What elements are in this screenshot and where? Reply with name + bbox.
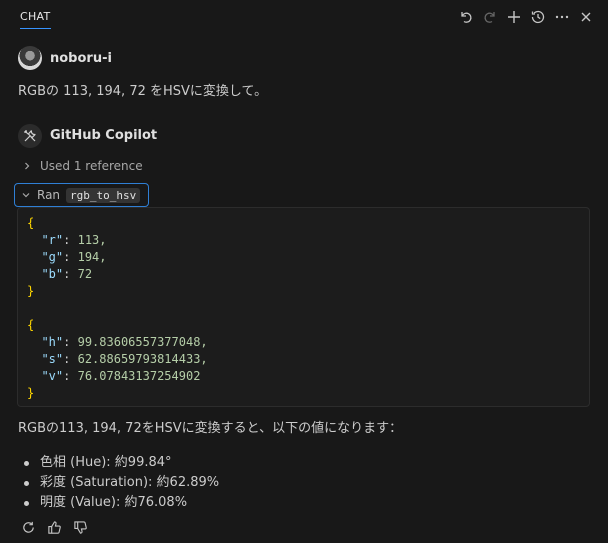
tool-name: rgb_to_hsv	[66, 187, 141, 203]
tab-chat[interactable]: CHAT	[20, 10, 51, 29]
list-item: 色相 (Hue): 約99.84°	[22, 453, 219, 473]
list-item: 彩度 (Saturation): 約62.89%	[22, 473, 219, 493]
history-icon	[531, 10, 545, 24]
more-actions-button[interactable]	[554, 9, 570, 25]
copilot-avatar	[18, 124, 42, 148]
retry-button[interactable]	[20, 519, 36, 535]
used-references-toggle[interactable]: Used 1 reference	[22, 158, 143, 174]
add-icon	[508, 11, 520, 23]
json-close-brace: }	[27, 386, 35, 400]
json-line: "g": 194,	[41, 250, 107, 264]
json-line: "r": 113,	[41, 233, 107, 247]
list-item: 明度 (Value): 約76.08%	[22, 493, 219, 513]
header-actions	[458, 9, 594, 25]
json-line: "h": 99.83606557377048,	[41, 335, 208, 349]
json-open-brace: {	[27, 318, 35, 332]
json-open-brace: {	[27, 216, 35, 230]
tool-run-toggle[interactable]: Ran rgb_to_hsv	[14, 183, 150, 207]
chevron-right-icon	[22, 161, 32, 171]
json-line: "b": 72	[41, 267, 93, 281]
assistant-answer: RGBの113, 194, 72をHSVに変換すると、以下の値になります：	[18, 421, 403, 436]
json-line: "v": 76.07843137254902	[41, 369, 201, 383]
undo-icon	[461, 12, 472, 23]
redo-button[interactable]	[482, 9, 498, 25]
redo-icon	[484, 12, 495, 23]
tool-io-block: { "r": 113, "g": 194, "b": 72 } { "h": 9…	[17, 207, 590, 407]
undo-button[interactable]	[458, 9, 474, 25]
tools-icon	[24, 130, 36, 142]
thumbs-down-icon	[73, 520, 87, 534]
close-icon	[581, 12, 591, 22]
thumbs-up-icon	[47, 520, 61, 534]
user-message: RGBの 113, 194, 72 をHSVに変換して。	[18, 84, 268, 99]
references-label: Used 1 reference	[40, 159, 143, 173]
json-line: "s": 62.88659793814433,	[41, 352, 208, 366]
more-icon	[555, 15, 569, 19]
tool-run-prefix: Ran	[37, 188, 61, 202]
chevron-down-icon	[21, 190, 31, 200]
chat-header: CHAT	[0, 0, 608, 36]
thumbs-down-button[interactable]	[72, 519, 88, 535]
new-chat-button[interactable]	[506, 9, 522, 25]
retry-icon	[22, 521, 34, 533]
result-list: 色相 (Hue): 約99.84° 彩度 (Saturation): 約62.8…	[22, 453, 219, 513]
history-button[interactable]	[530, 9, 546, 25]
user-avatar	[18, 46, 42, 70]
response-actions	[20, 519, 88, 535]
close-button[interactable]	[578, 9, 594, 25]
user-name: noboru-i	[50, 51, 112, 66]
json-close-brace: }	[27, 284, 35, 298]
thumbs-up-button[interactable]	[46, 519, 62, 535]
assistant-name: GitHub Copilot	[50, 128, 158, 143]
